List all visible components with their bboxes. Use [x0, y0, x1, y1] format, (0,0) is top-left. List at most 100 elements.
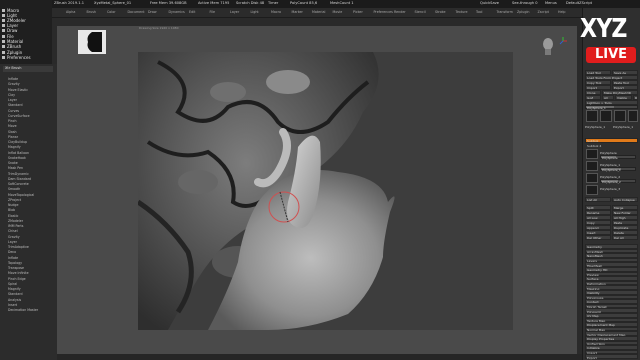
brush-list-item[interactable]: Gravity	[8, 235, 20, 239]
menu-bar-item[interactable]: Brush	[87, 10, 97, 14]
brush-list-item[interactable]: Blob	[8, 208, 15, 212]
brush-list-item[interactable]: Move	[8, 124, 17, 128]
menu-bar-item[interactable]: Tool	[476, 10, 482, 14]
list-all-button[interactable]: List All	[585, 197, 611, 202]
menu-item-draw[interactable]: Draw	[2, 28, 50, 33]
menu-bar-item[interactable]: Material	[312, 10, 325, 14]
menu-bar-item[interactable]: Light	[251, 10, 259, 14]
all-low-button[interactable]: All Low	[585, 215, 611, 220]
brush-list-item[interactable]: ZProject	[8, 198, 21, 202]
brush-search-field[interactable]: Xtr Brush	[3, 66, 53, 72]
menu-bar-item[interactable]: Marker	[292, 10, 303, 14]
subtool-opacity-slider[interactable]: PolySphere	[600, 155, 636, 160]
brush-list-item[interactable]: Elastic	[8, 214, 18, 218]
duplicate-button[interactable]: Duplicate	[612, 225, 638, 230]
subtool-opacity-slider[interactable]: PolySphere_2	[600, 179, 636, 184]
menu-bar-item[interactable]: File	[210, 10, 216, 14]
all-high-button[interactable]: All High	[612, 215, 638, 220]
del-all-button[interactable]: Del All	[612, 235, 638, 240]
navigation-head-icon[interactable]	[540, 36, 556, 56]
brush-list-item[interactable]: MoveTopological	[8, 193, 34, 197]
brush-list-item[interactable]: Insert	[8, 303, 17, 307]
brush-list-item[interactable]: Move Infinite	[8, 271, 29, 275]
brush-list-item[interactable]: Inflat Balloon	[8, 151, 29, 155]
copy-button[interactable]: Copy	[585, 220, 611, 225]
subtool-opacity-slider[interactable]: PolySphere_1	[600, 167, 636, 172]
brush-list-item[interactable]: Planar	[8, 135, 18, 139]
brush-list-item[interactable]: Nudge	[8, 203, 18, 207]
paste-button[interactable]: Paste	[612, 220, 638, 225]
brush-list-item[interactable]: Slash	[8, 130, 17, 134]
make-polymesh-button[interactable]: Make PolyMesh3D	[602, 90, 638, 95]
del-other-button[interactable]: Del Other	[585, 235, 611, 240]
menu-bar-item[interactable]: Picker	[353, 10, 363, 14]
delete-button[interactable]: Delete	[612, 230, 638, 235]
brush-list-item[interactable]: Gravity	[8, 82, 20, 86]
split-button[interactable]: Split	[585, 205, 611, 210]
menu-bar-item[interactable]: Zplugin	[517, 10, 529, 14]
brush-list-item[interactable]: ZModeler	[8, 219, 23, 223]
polysphere-slider[interactable]: PolySphere_1	[585, 105, 638, 110]
brush-list-item[interactable]: Deco	[8, 250, 16, 254]
import-button[interactable]: Import	[585, 85, 611, 90]
tool-thumbnail[interactable]	[614, 110, 626, 122]
menu-bar-item[interactable]: Preferences	[374, 10, 393, 14]
tool-thumbnail[interactable]	[586, 110, 598, 122]
copy-tool-button[interactable]: Copy Tool	[585, 80, 611, 85]
all-button[interactable]: All	[602, 95, 614, 100]
brush-list-item[interactable]: Inflate	[8, 256, 18, 260]
quicksave-button[interactable]: QuickSave	[480, 1, 499, 5]
menu-item-preferences[interactable]: Preferences	[2, 55, 50, 60]
brush-list-item[interactable]: CurveSurface	[8, 114, 30, 118]
append-button[interactable]: Append	[585, 225, 611, 230]
menus-button[interactable]: Menus	[545, 1, 557, 5]
export-button[interactable]: Export	[612, 85, 638, 90]
menu-bar-item[interactable]: Document	[128, 10, 145, 14]
auto-collapse-button[interactable]: Auto Collapse	[612, 197, 638, 202]
merge-button[interactable]: Merge	[612, 205, 638, 210]
lightbox-tools-button[interactable]: Lightbox > Tools	[585, 100, 638, 105]
brush-list-item[interactable]: SnakeHook	[8, 156, 26, 160]
brush-list-item[interactable]: Decimation Master	[8, 308, 38, 312]
brush-list-item[interactable]: Standard	[8, 103, 23, 107]
subtool-thumbnail[interactable]	[586, 185, 598, 195]
menu-bar-item[interactable]: Help	[558, 10, 566, 14]
menu-bar-item[interactable]: Layer	[230, 10, 239, 14]
brush-list-item[interactable]: Topology	[8, 261, 22, 265]
brush-list-item[interactable]: Mask Pen	[8, 166, 23, 170]
menu-bar-item[interactable]: Texture	[456, 10, 468, 14]
menu-bar-item[interactable]: Edit	[189, 10, 195, 14]
brush-list-item[interactable]: Move Elastic	[8, 88, 28, 92]
brush-list-item[interactable]: IMM Parts	[8, 224, 23, 228]
r-button[interactable]: R	[633, 95, 638, 100]
subtool-thumbnail[interactable]	[586, 149, 598, 159]
goz-button[interactable]: GoZ	[585, 95, 601, 100]
brush-list-item[interactable]: Clay	[8, 93, 15, 97]
brush-list-item[interactable]: Chisel	[8, 229, 18, 233]
sculpt-render[interactable]	[138, 52, 513, 330]
brush-list-item[interactable]: Layer	[8, 98, 17, 102]
brush-list-item[interactable]: Smooth	[8, 187, 20, 191]
material-thumbnail[interactable]	[78, 30, 106, 54]
menu-bar-item[interactable]: Render	[394, 10, 406, 14]
clone-button[interactable]: Clone	[585, 90, 601, 95]
default-zscript-button[interactable]: DefaultZScript	[566, 1, 592, 5]
brush-list-item[interactable]: Curves	[8, 109, 19, 113]
menu-bar-item[interactable]: Stroke	[435, 10, 446, 14]
brush-list-item[interactable]: Pinch Edge	[8, 277, 26, 281]
rename-button[interactable]: Rename	[585, 210, 611, 215]
brush-list-item[interactable]: Spiral	[8, 282, 17, 286]
brush-list-item[interactable]: ClayBuildup	[8, 140, 27, 144]
menu-bar-item[interactable]: Draw	[148, 10, 157, 14]
brush-list-item[interactable]: TrimAdaptive	[8, 245, 29, 249]
subpalette-export-tab[interactable]: Export	[585, 354, 638, 360]
menu-bar-item[interactable]: Movie	[333, 10, 343, 14]
menu-bar-item[interactable]: Transform	[497, 10, 513, 14]
brush-list-item[interactable]: TrimDynamic	[8, 172, 29, 176]
axis-gizmo-icon[interactable]	[558, 36, 568, 46]
brush-list-item[interactable]: SoftConcrete	[8, 182, 29, 186]
subtool-header[interactable]: Subtool	[585, 138, 638, 143]
brush-list-item[interactable]: Layer	[8, 240, 17, 244]
paste-tool-button[interactable]: Paste Tool	[612, 80, 638, 85]
brush-list-item[interactable]: Dam Standard	[8, 177, 31, 181]
